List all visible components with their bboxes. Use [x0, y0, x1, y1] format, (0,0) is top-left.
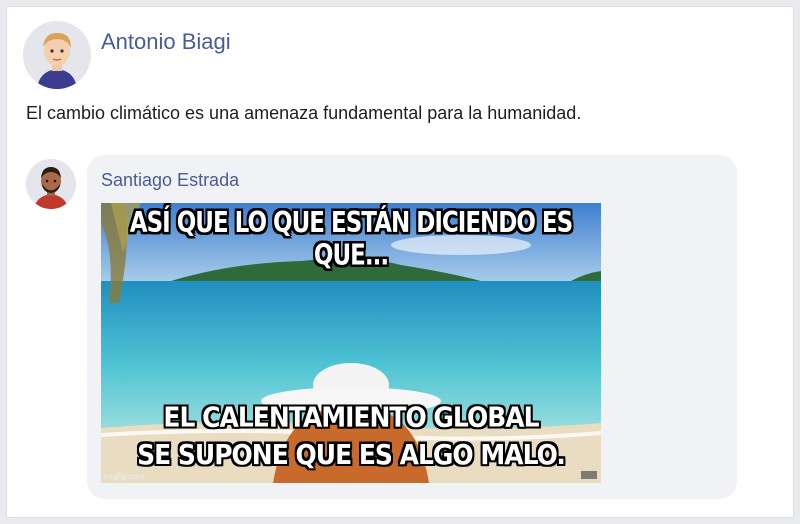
- meme-bottom-line-2: SE SUPONE QUE ES ALGO MALO.: [137, 438, 566, 471]
- comment-bubble: Santiago Estrada ASÍ QUE LO QUE ESTÁN DI…: [87, 155, 737, 499]
- meme-bottom-text: EL CALENTAMIENTO GLOBAL SE SUPONE QUE ES…: [101, 399, 601, 474]
- person-avatar-icon: [23, 21, 91, 89]
- author-avatar[interactable]: [23, 21, 91, 89]
- commenter-avatar[interactable]: [26, 159, 76, 209]
- author-name[interactable]: Antonio Biagi: [101, 29, 231, 55]
- commenter-name[interactable]: Santiago Estrada: [101, 170, 239, 191]
- person-avatar-icon: [26, 159, 76, 209]
- post-text: El cambio climático es una amenaza funda…: [26, 103, 582, 123]
- post-card: Antonio Biagi El cambio climático es una…: [6, 6, 794, 518]
- meme-watermark: imgflip.com: [104, 472, 145, 481]
- meme-image[interactable]: ASÍ QUE LO QUE ESTÁN DICIENDO ES QUE... …: [101, 203, 601, 483]
- meme-bottom-line-1: EL CALENTAMIENTO GLOBAL: [163, 401, 539, 434]
- meme-top-text: ASÍ QUE LO QUE ESTÁN DICIENDO ES QUE...: [129, 207, 573, 272]
